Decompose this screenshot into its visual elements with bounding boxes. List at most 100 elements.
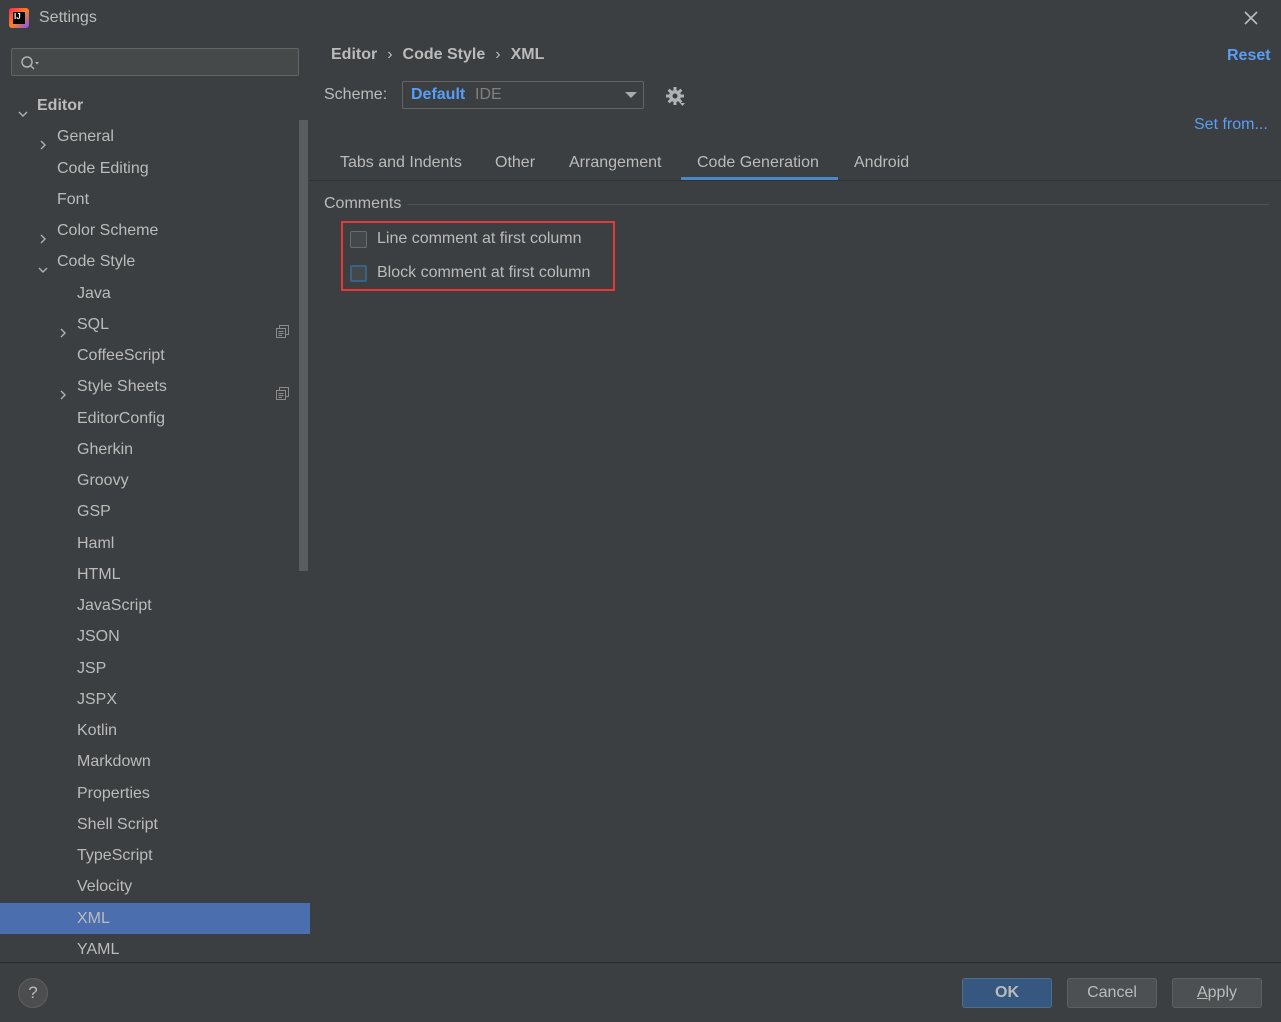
block-comment-checkbox[interactable] [350, 265, 367, 282]
search-icon [21, 56, 39, 70]
tab-code-generation[interactable]: Code Generation [681, 144, 838, 180]
sidebar-item-label: JSP [77, 659, 107, 677]
sidebar-item-label: Color Scheme [57, 222, 159, 239]
sidebar-item-label: Groovy [77, 472, 129, 489]
sidebar-item-label: HTML [77, 565, 121, 583]
reset-link[interactable]: Reset [1227, 47, 1271, 65]
chevron-down-icon[interactable] [37, 256, 49, 274]
apply-button[interactable]: Apply [1172, 978, 1262, 1008]
sidebar-item[interactable]: YAML [0, 934, 310, 965]
line-comment-checkbox[interactable] [350, 231, 367, 248]
sidebar-item-label: JSON [77, 628, 120, 646]
close-icon[interactable] [1239, 6, 1263, 30]
sidebar-item-label: Code Style [57, 253, 136, 271]
sidebar-item-label: General [57, 128, 114, 146]
sidebar-item-label: Kotlin [77, 722, 118, 739]
tab-other[interactable]: Other [495, 144, 535, 180]
window-title: Settings [39, 9, 97, 26]
sidebar-item-label: Style Sheets [77, 378, 167, 396]
breadcrumb-separator: › [387, 46, 393, 63]
sidebar-scrollbar[interactable] [299, 120, 308, 571]
chevron-down-icon[interactable] [17, 100, 29, 117]
search-box[interactable] [11, 48, 299, 76]
sidebar-item-label: TypeScript [77, 847, 153, 864]
settings-main-panel: Editor › Code Style › XML Reset Scheme: Defa… [310, 36, 1281, 962]
sidebar-item[interactable]: Kotlin [0, 715, 310, 746]
sidebar-item[interactable]: Properties [0, 778, 310, 809]
sidebar-item-label: JavaScript [77, 597, 152, 614]
sidebar-item-label: Haml [77, 534, 115, 552]
scheme-type: IDE [475, 86, 502, 103]
sidebar-item[interactable]: Java [0, 278, 310, 309]
breadcrumb-item: Editor [331, 46, 378, 63]
sidebar-item[interactable]: Haml [0, 528, 310, 559]
sidebar-item[interactable]: Groovy [0, 465, 310, 496]
sidebar-item[interactable]: CoffeeScript [0, 340, 310, 371]
sidebar-item-label: Code Editing [57, 159, 149, 177]
sidebar-item-label: Velocity [77, 878, 133, 896]
comments-section-title: Comments [324, 195, 402, 212]
scheme-dropdown[interactable]: Default IDE [402, 81, 644, 109]
sidebar-item[interactable]: TypeScript [0, 840, 310, 871]
block-comment-label: Block comment at first column [377, 264, 591, 281]
sidebar-item-label: Editor [37, 97, 84, 114]
sidebar-item[interactable]: XML [0, 902, 310, 934]
section-divider [407, 204, 1269, 205]
project-scheme-copy-icon [276, 318, 289, 338]
line-comment-label: Line comment at first column [377, 230, 582, 247]
sidebar-item-label: Shell Script [77, 815, 158, 833]
breadcrumb-item: XML [510, 46, 545, 63]
tab-tabs-and-indents[interactable]: Tabs and Indents [340, 144, 462, 180]
scheme-label: Scheme: [324, 86, 388, 103]
sidebar-item[interactable]: GSP [0, 496, 310, 527]
sidebar-item[interactable]: Code Style [0, 246, 310, 277]
project-scheme-copy-icon [276, 380, 289, 401]
tab-divider [310, 180, 1281, 181]
sidebar-item[interactable]: HTML [0, 559, 310, 590]
sidebar-item[interactable]: Style Sheets [0, 371, 310, 402]
sidebar-item[interactable]: SQL [0, 309, 310, 340]
sidebar-item[interactable]: Color Scheme [0, 215, 310, 246]
chevron-right-icon[interactable] [57, 319, 69, 338]
sidebar-item[interactable]: Editor [0, 90, 310, 121]
ok-button[interactable]: OK [962, 978, 1052, 1008]
sidebar-item[interactable]: Font [0, 184, 310, 215]
settings-sidebar: Editor General Code Editing Font Color Schem… [0, 36, 310, 962]
sidebar-item[interactable]: Shell Script [0, 809, 310, 840]
help-button[interactable]: ? [18, 978, 48, 1008]
breadcrumb: Editor › Code Style › XML [331, 46, 544, 64]
breadcrumb-item: Code Style [402, 46, 486, 63]
sidebar-item[interactable]: General [0, 121, 310, 152]
sidebar-item[interactable]: JSPX [0, 684, 310, 715]
cancel-button[interactable]: Cancel [1067, 978, 1157, 1008]
sidebar-item-label: XML [77, 909, 110, 927]
sidebar-item[interactable]: JSON [0, 621, 310, 652]
sidebar-item[interactable]: Gherkin [0, 434, 310, 465]
chevron-right-icon[interactable] [37, 131, 49, 150]
sidebar-item-label: Markdown [77, 753, 151, 771]
tab-android[interactable]: Android [854, 144, 909, 180]
sidebar-item[interactable]: JSP [0, 653, 310, 684]
chevron-right-icon[interactable] [57, 381, 69, 400]
search-input[interactable] [44, 52, 298, 74]
sidebar-item[interactable]: EditorConfig [0, 403, 310, 434]
chevron-right-icon[interactable] [37, 225, 49, 244]
scheme-name: Default [411, 86, 466, 103]
sidebar-item-label: Properties [77, 784, 150, 802]
sidebar-item[interactable]: Code Editing [0, 153, 310, 184]
sidebar-item-label: JSPX [77, 690, 118, 708]
tab-arrangement[interactable]: Arrangement [569, 144, 662, 180]
sidebar-item-label: CoffeeScript [77, 347, 165, 364]
intellij-logo-icon: IJ [9, 8, 29, 28]
sidebar-item[interactable]: Velocity [0, 871, 310, 902]
sidebar-item-label: YAML [77, 940, 120, 958]
sidebar-item-label: GSP [77, 503, 111, 521]
chevron-down-icon [625, 92, 637, 98]
breadcrumb-separator: › [495, 46, 501, 63]
footer-divider [0, 962, 1281, 963]
sidebar-item-label: EditorConfig [77, 409, 166, 427]
sidebar-item[interactable]: JavaScript [0, 590, 310, 621]
gear-icon[interactable] [664, 85, 686, 107]
sidebar-item[interactable]: Markdown [0, 746, 310, 777]
set-from-link[interactable]: Set from... [1194, 116, 1268, 134]
